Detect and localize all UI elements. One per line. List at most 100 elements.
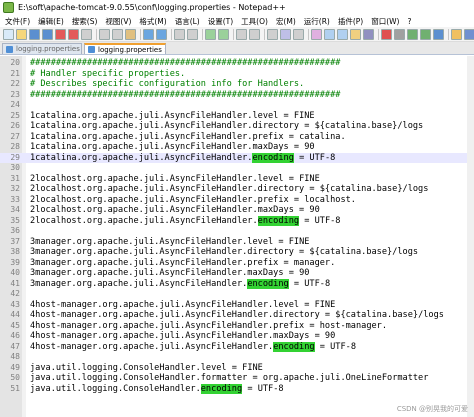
stop-macro-icon[interactable] xyxy=(394,28,405,40)
undo-icon[interactable] xyxy=(143,28,154,40)
toolbar xyxy=(0,27,474,42)
code-line[interactable]: 48 xyxy=(0,352,474,363)
save-all-icon[interactable] xyxy=(42,28,53,40)
property-value: FINE xyxy=(293,110,315,121)
indent-guide-icon[interactable] xyxy=(293,28,304,40)
property-key: 3manager.org.apache.juli.AsyncFileHandle… xyxy=(30,278,248,289)
code-line[interactable]: 29 1catalina.org.apache.juli.AsyncFileHan… xyxy=(0,152,474,163)
code-line[interactable]: 37 3manager.org.apache.juli.AsyncFileHand… xyxy=(0,237,474,248)
property-key: 3manager.org.apache.juli.AsyncFileHandle… xyxy=(30,268,284,278)
menu-item[interactable]: 格式(M) xyxy=(135,16,170,27)
code-line[interactable]: 25 1catalina.org.apache.juli.AsyncFileHan… xyxy=(0,111,474,122)
replace-icon[interactable] xyxy=(187,28,198,40)
spell-icon[interactable] xyxy=(451,28,462,40)
copy-icon[interactable] xyxy=(112,28,123,40)
code-line[interactable]: 24 xyxy=(0,100,474,111)
code-line[interactable]: 50 java.util.logging.ConsoleHandler.forma… xyxy=(0,373,474,384)
code-line[interactable]: 47 4host-manager.org.apache.juli.AsyncFil… xyxy=(0,341,474,353)
save-macro-icon[interactable] xyxy=(433,28,444,40)
cut-icon[interactable] xyxy=(99,28,110,40)
toolbar-separator xyxy=(264,28,265,40)
code-line[interactable]: 38 3manager.org.apache.juli.AsyncFileHand… xyxy=(0,247,474,258)
sync-h-icon[interactable] xyxy=(249,28,260,40)
code-line[interactable]: 21 # Handler specific properties. xyxy=(0,69,474,80)
code-line[interactable]: 32 2localhost.org.apache.juli.AsyncFileHa… xyxy=(0,184,474,195)
code-line[interactable]: 39 3manager.org.apache.juli.AsyncFileHand… xyxy=(0,258,474,269)
all-chars-icon[interactable] xyxy=(280,28,291,40)
code-line[interactable]: 30 xyxy=(0,163,474,174)
menu-item[interactable]: 设置(T) xyxy=(204,16,237,27)
code-line[interactable]: 44 4host-manager.org.apache.juli.AsyncFil… xyxy=(0,310,474,321)
code-line[interactable]: 46 4host-manager.org.apache.juli.AsyncFil… xyxy=(0,331,474,342)
code-line[interactable]: 42 xyxy=(0,289,474,300)
code-line[interactable]: 28 1catalina.org.apache.juli.AsyncFileHan… xyxy=(0,142,474,153)
vertical-scrollbar[interactable] xyxy=(467,56,474,417)
menu-item[interactable]: ? xyxy=(404,17,416,26)
print-icon[interactable] xyxy=(81,28,92,40)
sync-v-icon[interactable] xyxy=(236,28,247,40)
save-icon[interactable] xyxy=(29,28,40,40)
menu-item[interactable]: 视图(V) xyxy=(101,16,135,27)
toolbar-separator xyxy=(202,28,203,40)
code-line[interactable]: 43 4host-manager.org.apache.juli.AsyncFil… xyxy=(0,300,474,311)
property-value: ${catalina.base}/logs xyxy=(335,310,444,320)
function-list-icon[interactable] xyxy=(337,28,348,40)
menu-bar: 文件(F) 编辑(E) 搜索(S) 视图(V) 格式(M) 语言(L) 设置(T) 工具(O)… xyxy=(0,15,474,27)
doc-map-icon[interactable] xyxy=(324,28,335,40)
property-value: UTF-8 xyxy=(257,383,284,394)
menu-item[interactable]: 窗口(W) xyxy=(367,16,403,27)
line-number: 32 xyxy=(10,184,20,193)
code-line[interactable]: 31 2localhost.org.apache.juli.AsyncFileHa… xyxy=(0,174,474,185)
code-line[interactable]: 51 java.util.logging.ConsoleHandler.encod… xyxy=(0,383,474,395)
word-wrap-icon[interactable] xyxy=(267,28,278,40)
menu-item[interactable]: 语言(L) xyxy=(171,16,204,27)
menu-item[interactable]: 文件(F) xyxy=(1,16,34,27)
code-line[interactable]: 49 java.util.logging.ConsoleHandler.level… xyxy=(0,363,474,374)
code-line[interactable]: 41 3manager.org.apache.juli.AsyncFileHand… xyxy=(0,278,474,290)
menu-item[interactable]: 运行(R) xyxy=(300,16,334,27)
new-file-icon[interactable] xyxy=(3,28,14,40)
line-number: 50 xyxy=(10,373,20,382)
find-icon[interactable] xyxy=(174,28,185,40)
menu-item[interactable]: 编辑(E) xyxy=(34,16,68,27)
code-line[interactable]: 26 1catalina.org.apache.juli.AsyncFileHan… xyxy=(0,121,474,132)
open-file-icon[interactable] xyxy=(16,28,27,40)
code-line[interactable]: 34 2localhost.org.apache.juli.AsyncFileHa… xyxy=(0,205,474,216)
code-line[interactable]: 35 2localhost.org.apache.juli.AsyncFileHa… xyxy=(0,215,474,227)
monitor-icon[interactable] xyxy=(363,28,374,40)
editor[interactable]: 20 ######################################… xyxy=(0,56,474,417)
line-number: 37 xyxy=(10,236,20,246)
close-tab-icon[interactable]: × xyxy=(164,46,165,54)
paste-icon[interactable] xyxy=(125,28,136,40)
menu-item[interactable]: 搜索(S) xyxy=(68,16,102,27)
code-line[interactable]: 22 # Describes specific configuration inf… xyxy=(0,79,474,90)
code-line[interactable]: 40 3manager.org.apache.juli.AsyncFileHand… xyxy=(0,268,474,279)
code-line[interactable]: 27 1catalina.org.apache.juli.AsyncFileHan… xyxy=(0,132,474,143)
tab-logging-properties-1[interactable]: logging.properties xyxy=(2,43,82,54)
tab-logging-properties-2[interactable]: logging.properties × xyxy=(84,43,166,54)
code-line[interactable]: 23 ######################################… xyxy=(0,90,474,101)
equals-sign: = xyxy=(288,278,305,289)
code-line[interactable]: 36 xyxy=(0,226,474,237)
menu-item[interactable]: 宏(M) xyxy=(272,16,300,27)
window-title: E:\soft\apache-tomcat-9.0.55\conf\loggin… xyxy=(18,3,286,12)
line-number: 35 xyxy=(10,215,20,225)
udl-icon[interactable] xyxy=(311,28,322,40)
code-line[interactable]: 20 ######################################… xyxy=(0,58,474,69)
menu-item[interactable]: 插件(P) xyxy=(334,16,367,27)
code-line[interactable]: 33 2localhost.org.apache.juli.AsyncFileHa… xyxy=(0,195,474,206)
run-macro-icon[interactable] xyxy=(420,28,431,40)
zoom-in-icon[interactable] xyxy=(205,28,216,40)
play-macro-icon[interactable] xyxy=(407,28,418,40)
ds-icon[interactable] xyxy=(464,28,474,40)
close-all-icon[interactable] xyxy=(68,28,79,40)
zoom-out-icon[interactable] xyxy=(218,28,229,40)
redo-icon[interactable] xyxy=(156,28,167,40)
record-macro-icon[interactable] xyxy=(381,28,392,40)
line-text: ########################################… xyxy=(30,58,340,69)
code-line[interactable]: 45 4host-manager.org.apache.juli.AsyncFil… xyxy=(0,321,474,332)
line-number: 25 xyxy=(10,110,20,120)
folder-workspace-icon[interactable] xyxy=(350,28,361,40)
close-icon[interactable] xyxy=(55,28,66,40)
menu-item[interactable]: 工具(O) xyxy=(237,16,272,27)
